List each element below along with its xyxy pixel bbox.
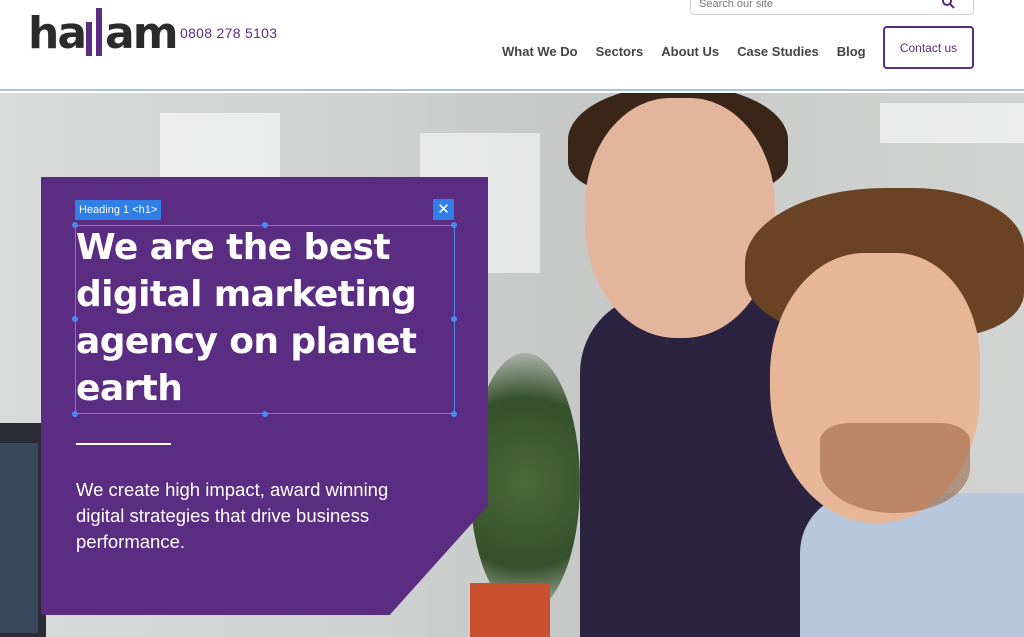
resize-handle[interactable] [451, 411, 457, 417]
resize-handle[interactable] [262, 222, 268, 228]
nav-item-blog[interactable]: Blog [837, 44, 866, 59]
site-header: haam 0808 278 5103 What We Do Sectors Ab… [0, 0, 1024, 91]
person-face [585, 98, 775, 338]
nav-item-what-we-do[interactable]: What We Do [502, 44, 578, 59]
resize-handle[interactable] [72, 222, 78, 228]
hallam-logo[interactable]: ha am [28, 4, 179, 56]
hero-subheading: We create high impact, award winning dig… [76, 479, 389, 552]
divider [76, 443, 171, 445]
selection-outline [75, 225, 455, 414]
phone-number[interactable]: 0808 278 5103 [180, 25, 277, 41]
element-tag-label: Heading 1 <h1> [75, 200, 162, 220]
resize-handle[interactable] [262, 411, 268, 417]
resize-handle[interactable] [72, 316, 78, 322]
contact-us-button[interactable]: Contact us [883, 26, 974, 69]
search-input[interactable] [691, 0, 931, 14]
resize-handle[interactable] [451, 222, 457, 228]
close-icon[interactable]: ✕ [433, 199, 454, 220]
nav-item-sectors[interactable]: Sectors [596, 44, 644, 59]
search-box[interactable] [690, 0, 974, 15]
resize-handle[interactable] [451, 316, 457, 322]
resize-handle[interactable] [72, 411, 78, 417]
nav-item-case-studies[interactable]: Case Studies [737, 44, 819, 59]
search-icon[interactable] [941, 0, 955, 9]
main-nav: What We Do Sectors About Us Case Studies… [502, 44, 884, 59]
nav-item-about-us[interactable]: About Us [661, 44, 719, 59]
